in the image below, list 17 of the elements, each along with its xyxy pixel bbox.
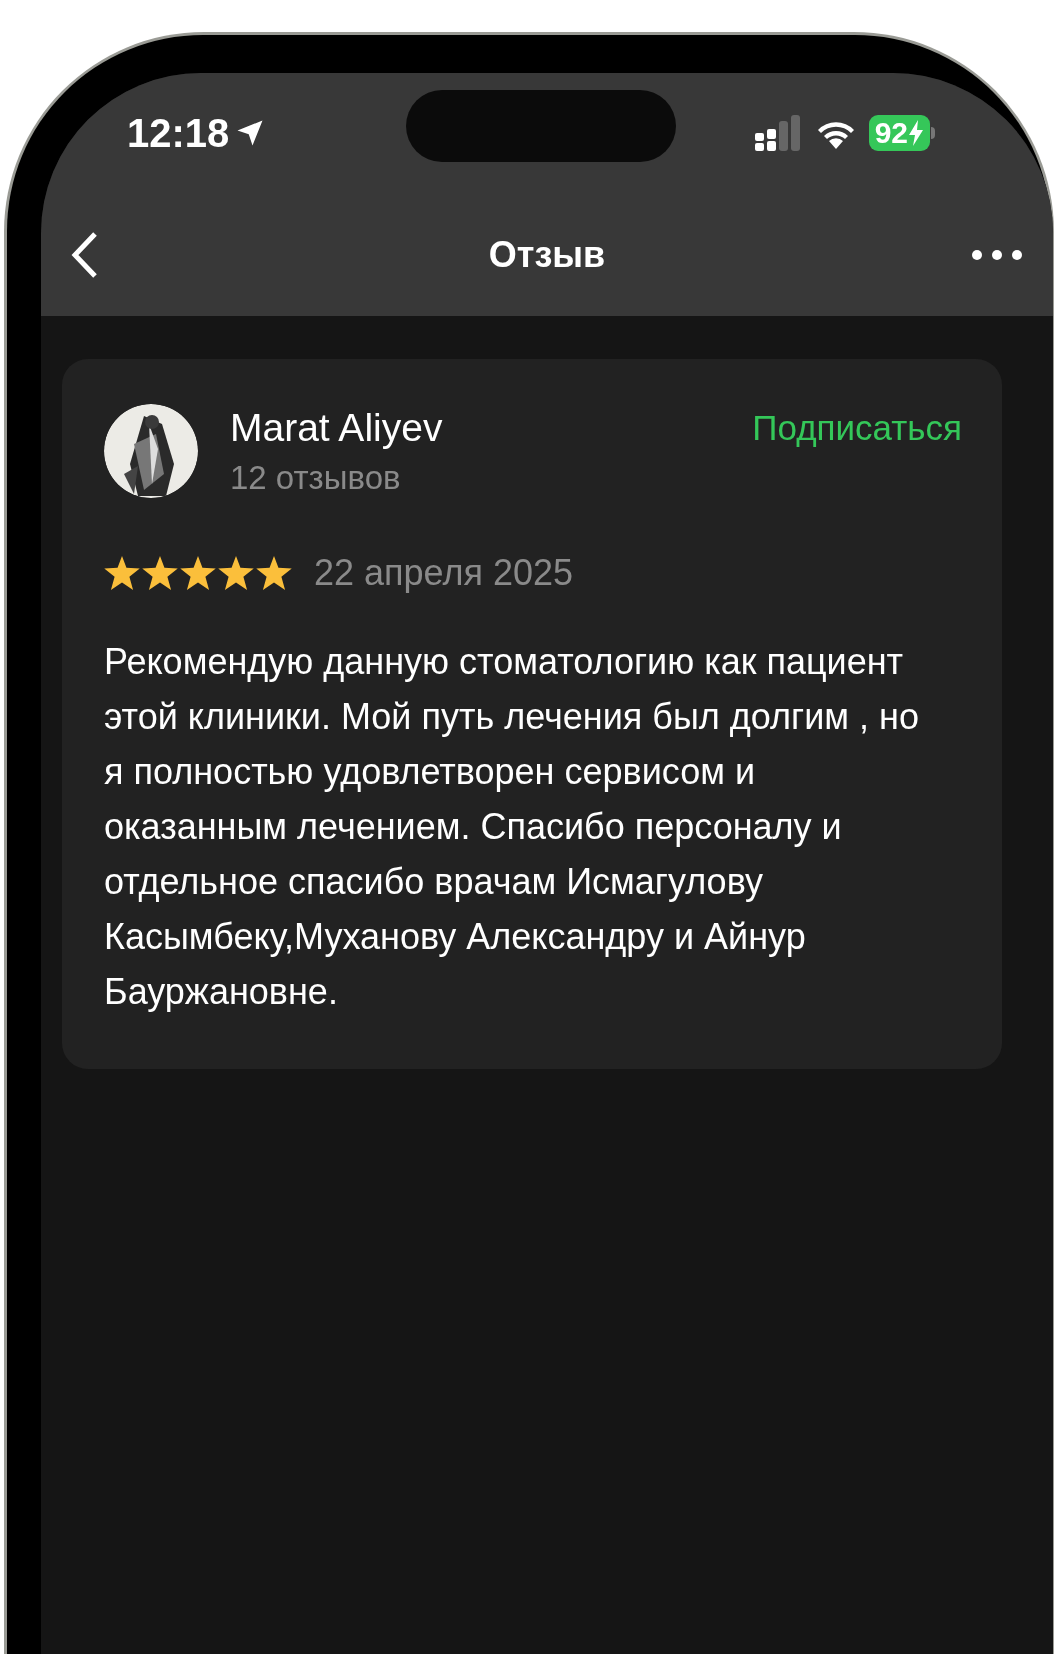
screen-title: Отзыв — [487, 232, 607, 277]
star-icon — [104, 556, 140, 590]
author-name: Marat Aliyev — [230, 405, 443, 451]
star-icon — [142, 556, 178, 590]
review-date: 22 апреля 2025 — [314, 551, 573, 595]
signal-icon — [752, 115, 803, 151]
star-icon — [218, 556, 254, 590]
status-time: 12:18 — [127, 113, 230, 153]
star-icon — [180, 556, 216, 590]
review-text: Рекомендую данную стоматологию как пациент этой клиники. Мой путь лечения был долгим , но я полностью удовлетворен сервисом и оказанным лечением. Спасибо персоналу и отдельное спасибо врачам Исмагулову Касымбеку,Муханову Александру и Айнур Бауржановне. — [104, 640, 920, 1014]
more-icon — [971, 248, 1023, 261]
chevron-left-icon — [71, 230, 99, 279]
star-icon — [256, 556, 292, 590]
review-count: 12 отзывов — [230, 458, 402, 498]
subscribe-link[interactable]: Подписаться — [752, 404, 962, 452]
battery-indicator: 92 — [868, 115, 930, 151]
charging-bolt-icon — [908, 120, 924, 146]
